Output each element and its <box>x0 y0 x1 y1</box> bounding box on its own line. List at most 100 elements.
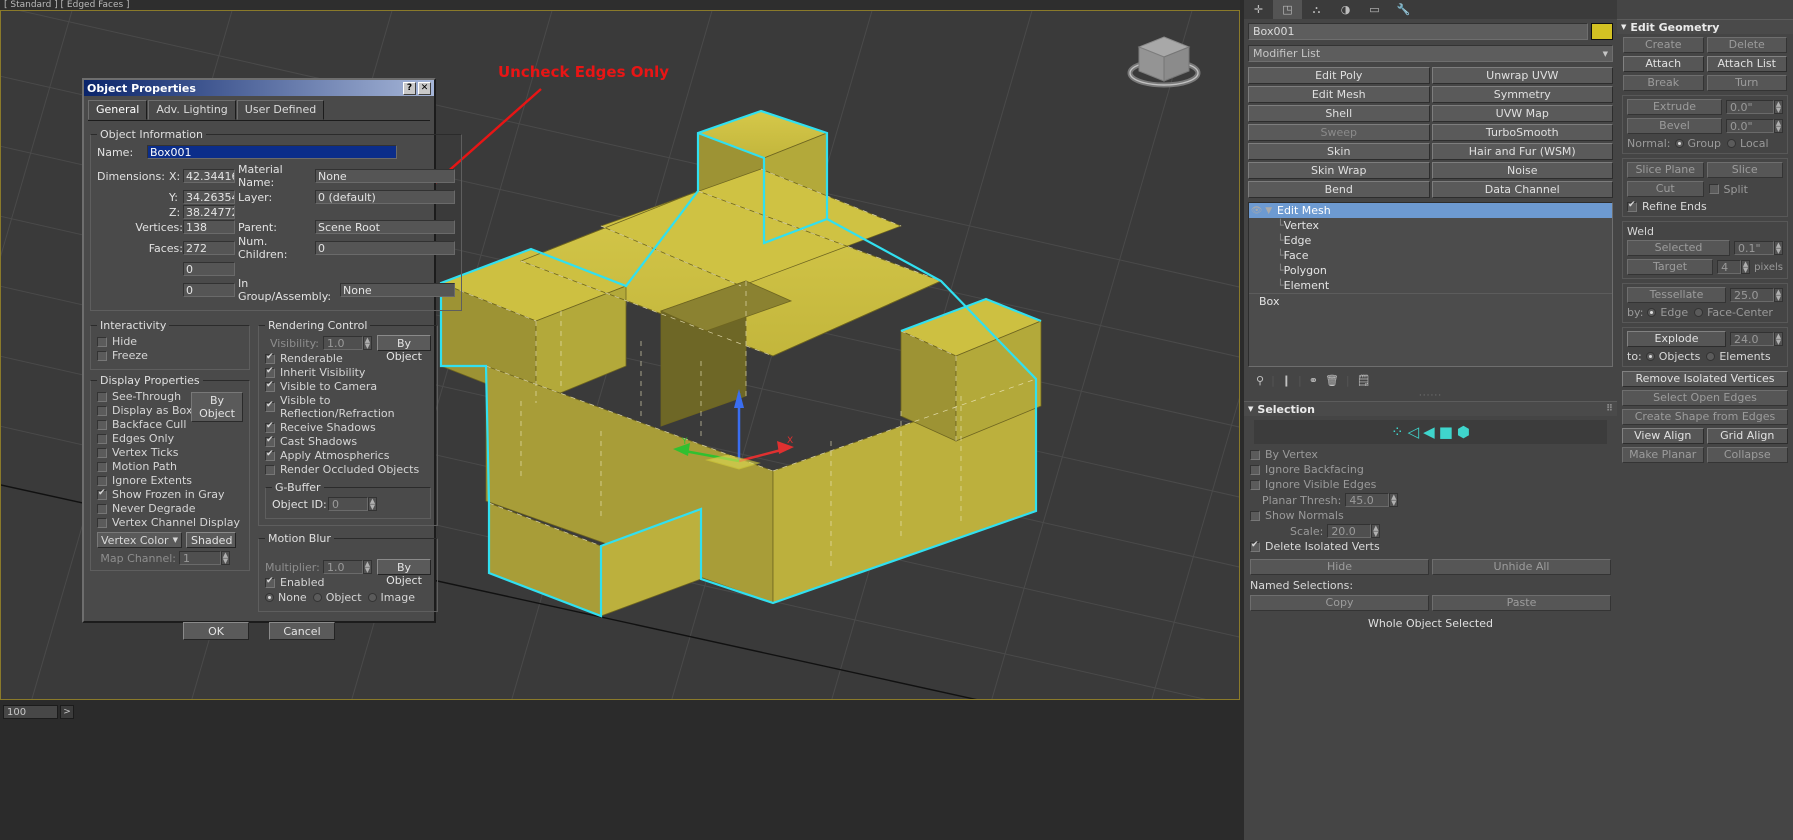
create-button[interactable]: Create <box>1623 37 1704 53</box>
checkbox-hide[interactable]: Hide <box>97 335 243 348</box>
delete-isolated-verts-checkbox[interactable] <box>1250 540 1260 552</box>
multiplier-value[interactable]: 1.0 <box>323 560 363 574</box>
checkbox-visible-to-reflection[interactable]: Visible to Reflection/Refraction <box>265 394 431 420</box>
bevel-button[interactable]: Bevel <box>1627 118 1722 134</box>
face-subobject-icon[interactable]: ◀ <box>1423 423 1435 441</box>
modifier-turbosmooth-button[interactable]: TurboSmooth <box>1431 124 1613 141</box>
rollout-drag-handle[interactable]: ······ <box>1244 391 1617 401</box>
checkbox-by-vertex[interactable]: By Vertex <box>1250 448 1611 461</box>
bevel-stepper[interactable]: 0.0" ▲ ▼ <box>1726 118 1783 134</box>
visibility-spinner-icon[interactable]: ▲ ▼ <box>363 336 372 350</box>
stack-item-polygon[interactable]: └ Polygon <box>1249 263 1612 278</box>
tab-general[interactable]: General <box>88 100 148 120</box>
remove-modifier-icon[interactable]: 🗑 <box>1325 374 1339 387</box>
ignore-backfacing-checkbox[interactable] <box>1250 464 1260 475</box>
checkbox-ignore-backfacing[interactable]: Ignore Backfacing <box>1250 463 1611 476</box>
break-button[interactable]: Break <box>1623 75 1704 91</box>
apply-atmospherics-checkbox[interactable] <box>265 449 275 461</box>
element-subobject-icon[interactable]: ⬢ <box>1457 423 1470 441</box>
checkbox-inherit-visibility[interactable]: Inherit Visibility <box>265 366 431 379</box>
extrude-stepper[interactable]: 0.0" ▲ ▼ <box>1726 99 1783 115</box>
explode-value[interactable]: 24.0 <box>1730 332 1774 346</box>
object-id-value[interactable]: 0 <box>328 497 368 511</box>
stack-item-face[interactable]: └ Face <box>1249 248 1612 263</box>
unhide-all-button[interactable]: Unhide All <box>1432 559 1611 575</box>
motion-none-radio[interactable] <box>265 593 274 602</box>
checkbox-receive-shadows[interactable]: Receive Shadows <box>265 421 431 434</box>
cast-shadows-checkbox[interactable] <box>265 435 275 447</box>
map-channel-stepper[interactable]: 1 ▲ ▼ <box>179 551 230 565</box>
modifier-edit-mesh-button[interactable]: Edit Mesh <box>1248 86 1430 103</box>
turn-button[interactable]: Turn <box>1706 75 1787 91</box>
map-channel-spinner-icon[interactable]: ▲ ▼ <box>221 551 230 565</box>
checkbox-vertex-channel-display[interactable]: Vertex Channel Display <box>97 516 243 529</box>
inherit-visibility-checkbox[interactable] <box>265 366 275 378</box>
bevel-value[interactable]: 0.0" <box>1726 119 1774 133</box>
command-panel[interactable]: ✛ ◳ ⛬ ◑ ▭ 🔧 Box001 Modifier List ▼ Edit … <box>1244 0 1793 840</box>
utilities-tab-icon[interactable]: 🔧 <box>1389 0 1418 19</box>
vertex-color-dropdown[interactable]: Vertex Color ▼ <box>97 532 182 548</box>
stack-item-vertex[interactable]: └ Vertex <box>1249 218 1612 233</box>
stack-item-element[interactable]: └ Element <box>1249 278 1612 293</box>
checkbox-cast-shadows[interactable]: Cast Shadows <box>265 435 431 448</box>
hierarchy-tab-icon[interactable]: ⛬ <box>1302 0 1331 19</box>
stack-toolbar[interactable]: ⚲ | ❙ | ⚭ 🗑 | 🗒 <box>1248 369 1613 391</box>
scale-value[interactable]: 20.0 <box>1327 524 1372 538</box>
display-tab-icon[interactable]: ▭ <box>1360 0 1389 19</box>
checkbox-show-frozen-in-gray[interactable]: Show Frozen in Gray <box>97 488 243 501</box>
create-tab-icon[interactable]: ✛ <box>1244 0 1273 19</box>
checkbox-refine-ends[interactable]: Refine Ends <box>1627 200 1783 213</box>
configure-modifier-sets-icon[interactable]: 🗒 <box>1357 374 1371 387</box>
copy-selection-button[interactable]: Copy <box>1250 595 1429 611</box>
modifier-bend-button[interactable]: Bend <box>1248 181 1430 198</box>
checkbox-delete-isolated-verts[interactable]: Delete Isolated Verts <box>1250 540 1611 553</box>
modifier-sweep-button[interactable]: Sweep <box>1248 124 1430 141</box>
multiplier-spinner-icon[interactable]: ▲ ▼ <box>363 560 372 574</box>
modifier-uvw-map-button[interactable]: UVW Map <box>1431 105 1613 122</box>
rollout-grip-icon[interactable]: ⠿ <box>1606 404 1613 414</box>
modifier-edit-poly-button[interactable]: Edit Poly <box>1248 67 1430 84</box>
sub-object-level-buttons[interactable]: ⁘ ◁ ◀ ■ ⬢ <box>1254 420 1607 444</box>
modifier-button-set[interactable]: Edit Poly Unwrap UVW Edit Mesh Symmetry … <box>1244 65 1617 200</box>
extrude-spinner-icon[interactable]: ▲ ▼ <box>1774 100 1783 114</box>
receive-shadows-checkbox[interactable] <box>265 421 275 433</box>
eye-icon[interactable]: 👁 ▼ <box>1251 206 1277 216</box>
display-as-box-checkbox[interactable] <box>97 405 107 416</box>
command-panel-tabs[interactable]: ✛ ◳ ⛬ ◑ ▭ 🔧 <box>1244 0 1617 19</box>
object-color-swatch[interactable] <box>1591 23 1613 40</box>
visible-to-camera-checkbox[interactable] <box>265 380 275 392</box>
modifier-noise-button[interactable]: Noise <box>1431 162 1613 179</box>
tab-adv-lighting[interactable]: Adv. Lighting <box>148 100 236 120</box>
ignore-extents-checkbox[interactable] <box>97 475 107 486</box>
hide-checkbox[interactable] <box>97 336 107 347</box>
dialog-tabs[interactable]: General Adv. Lighting User Defined <box>84 96 434 120</box>
split-checkbox[interactable] <box>1708 184 1719 194</box>
freeze-checkbox[interactable] <box>97 350 107 361</box>
attach-list-button[interactable]: Attach List <box>1706 56 1787 72</box>
edge-subobject-icon[interactable]: ◁ <box>1408 423 1420 441</box>
paste-selection-button[interactable]: Paste <box>1432 595 1611 611</box>
frame-field[interactable]: 100 <box>3 705 58 719</box>
help-button[interactable]: ? <box>403 81 416 95</box>
extrude-button[interactable]: Extrude <box>1627 99 1722 115</box>
modifier-skin-button[interactable]: Skin <box>1248 143 1430 160</box>
checkbox-ignore-extents[interactable]: Ignore Extents <box>97 474 243 487</box>
weld-selected-spinner-icon[interactable]: ▲ ▼ <box>1774 241 1783 255</box>
multiplier-stepper[interactable]: 1.0 ▲ ▼ <box>323 560 372 574</box>
motion-path-checkbox[interactable] <box>97 461 107 472</box>
tessellate-button[interactable]: Tessellate <box>1627 287 1726 303</box>
cancel-button[interactable]: Cancel <box>269 622 335 640</box>
dim-x-value[interactable]: 42.344166 <box>183 169 235 183</box>
scale-stepper[interactable]: 20.0 ▲ ▼ <box>1327 524 1381 538</box>
tessellate-stepper[interactable]: 25.0 ▲ ▼ <box>1730 287 1783 303</box>
weld-target-stepper[interactable]: 4 ▲ ▼ <box>1717 260 1751 274</box>
weld-selected-value[interactable]: 0.1" <box>1734 241 1774 255</box>
modifier-shell-button[interactable]: Shell <box>1248 105 1430 122</box>
ignore-visible-edges-checkbox[interactable] <box>1250 479 1260 490</box>
display-by-object-button[interactable]: By Object <box>191 392 243 422</box>
visible-to-reflection-checkbox[interactable] <box>265 400 275 412</box>
extrude-value[interactable]: 0.0" <box>1726 100 1774 114</box>
modifier-skin-wrap-button[interactable]: Skin Wrap <box>1248 162 1430 179</box>
map-channel-value[interactable]: 1 <box>179 551 221 565</box>
normal-group-radio[interactable] <box>1674 139 1684 148</box>
